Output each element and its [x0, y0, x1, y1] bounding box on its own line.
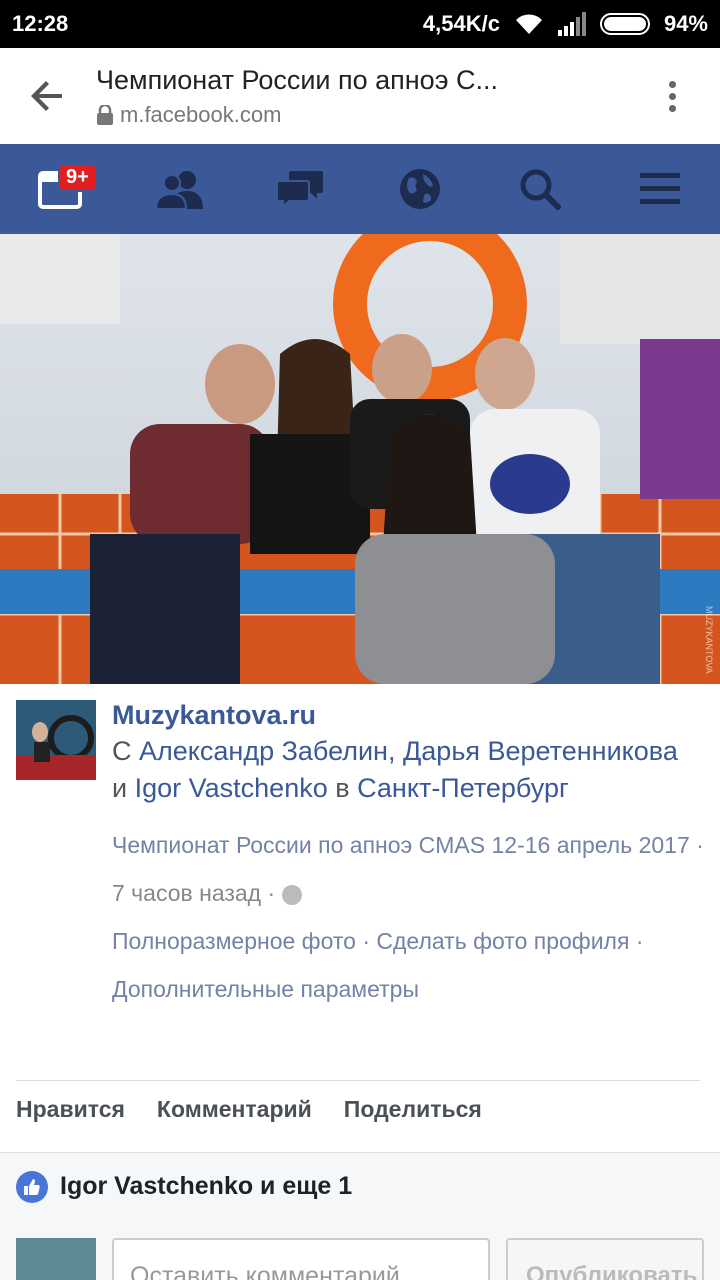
overflow-menu-button[interactable] — [624, 48, 720, 144]
full-size-photo-link[interactable]: Полноразмерное фото — [112, 928, 356, 954]
address-bar[interactable]: Чемпионат России по апноэ С... m.faceboo… — [96, 65, 624, 128]
friends-button[interactable] — [140, 149, 220, 229]
post-meta: Чемпионат России по апноэ CMAS 12-16 апр… — [112, 821, 712, 1013]
fb-navbar: 9+ — [0, 144, 720, 234]
friends-icon — [154, 171, 203, 209]
user-avatar — [16, 1238, 96, 1280]
author-avatar[interactable] — [16, 700, 96, 780]
tagged-people: С Александр Забелин, Дарья Веретенникова… — [112, 733, 712, 807]
network-speed: 4,54K/c — [422, 11, 500, 36]
and-word: и — [112, 773, 128, 803]
browser-toolbar: Чемпионат России по апноэ С... m.faceboo… — [0, 48, 720, 144]
divider — [16, 1080, 700, 1081]
url-text: m.facebook.com — [120, 101, 282, 127]
notifications-button[interactable]: 9+ — [20, 149, 100, 229]
menu-icon — [640, 173, 680, 204]
in-word: в — [335, 773, 350, 803]
signal-icon — [557, 12, 586, 36]
wifi-icon — [515, 14, 542, 34]
likes-summary[interactable]: Igor Vastchenko и еще 1 — [0, 1152, 720, 1220]
tagged-person-link[interactable]: Александр Забелин — [139, 736, 388, 766]
globe-button[interactable] — [380, 149, 460, 229]
post-photo[interactable]: MUZYKANTOVA — [0, 234, 720, 684]
status-bar: 12:28 4,54K/c 94% — [0, 0, 720, 48]
like-button[interactable]: Нравится — [16, 1096, 125, 1123]
make-profile-photo-link[interactable]: Сделать фото профиля — [376, 928, 629, 954]
album-link[interactable]: Чемпионат России по апноэ CMAS 12-16 апр… — [112, 832, 690, 858]
likes-text: Igor Vastchenko и еще 1 — [60, 1172, 353, 1200]
timestamp[interactable]: 7 часов назад — [112, 880, 261, 906]
arrow-left-icon — [31, 81, 62, 111]
globe-icon — [400, 169, 440, 209]
author-name-link[interactable]: Muzykantova.ru — [112, 700, 712, 731]
messages-icon — [276, 171, 323, 209]
comment-button[interactable]: Комментарий — [157, 1096, 312, 1123]
search-icon — [520, 169, 561, 210]
location-link[interactable]: Санкт-Петербург — [357, 773, 569, 803]
lock-icon — [97, 104, 113, 125]
tagged-separator: , — [387, 736, 396, 766]
privacy-globe-icon — [281, 884, 302, 905]
meta-separator: · — [696, 832, 704, 858]
page-title: Чемпионат России по апноэ С... — [96, 64, 498, 95]
more-options-link[interactable]: Дополнительные параметры — [112, 976, 419, 1002]
group-photo-image — [0, 234, 720, 684]
meta-separator: · — [362, 928, 371, 954]
clock: 12:28 — [12, 11, 69, 36]
with-prefix: С — [112, 736, 132, 766]
battery-icon — [599, 13, 650, 35]
notifications-badge: 9+ — [58, 163, 97, 192]
back-button[interactable] — [0, 48, 96, 144]
meta-separator: · — [635, 928, 644, 954]
publish-button[interactable]: Опубликовать — [506, 1238, 704, 1280]
tagged-person-link[interactable]: Дарья Веретенникова — [403, 736, 678, 766]
share-button[interactable]: Поделиться — [344, 1096, 482, 1123]
thumbs-up-icon — [16, 1170, 48, 1203]
tagged-person-link[interactable]: Igor Vastchenko — [135, 773, 328, 803]
comment-composer: Оставить комментарий Опубликовать — [0, 1220, 720, 1280]
messages-button[interactable] — [260, 149, 340, 229]
meta-separator: · — [267, 880, 276, 906]
author-avatar-image — [16, 700, 96, 780]
photo-watermark: MUZYKANTOVA — [704, 606, 714, 674]
post-actions: Нравится Комментарий Поделиться — [16, 1096, 482, 1123]
comment-input[interactable]: Оставить комментарий — [112, 1238, 490, 1280]
menu-button[interactable] — [620, 149, 700, 229]
search-button[interactable] — [500, 149, 580, 229]
battery-percent: 94% — [663, 11, 708, 36]
